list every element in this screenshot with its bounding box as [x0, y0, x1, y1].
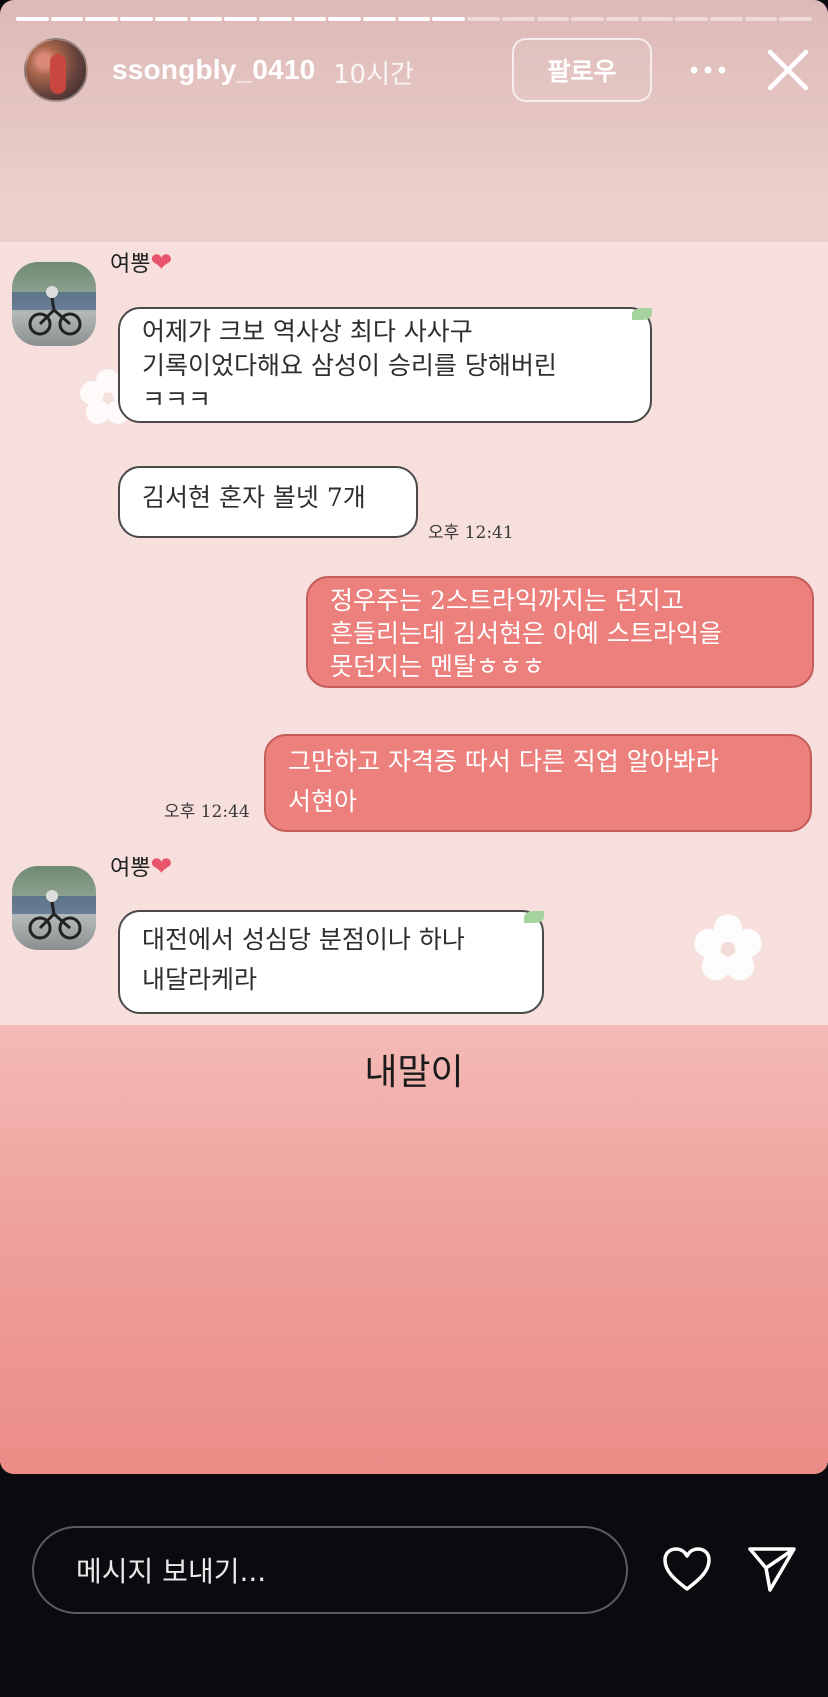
story-progress-bar	[16, 17, 813, 21]
progress-segment	[571, 17, 604, 21]
progress-segment	[710, 17, 743, 21]
progress-segment	[189, 17, 223, 21]
message-input[interactable]: 메시지 보내기...	[32, 1526, 628, 1614]
progress-segment	[50, 17, 84, 21]
progress-segment	[397, 17, 431, 21]
progress-segment	[605, 17, 639, 21]
close-icon[interactable]	[764, 46, 812, 94]
message-timestamp: 오후 12:41	[428, 523, 514, 543]
message-line: ㅋㅋㅋ	[142, 385, 212, 414]
sender-name: 여뽕❤	[110, 246, 172, 278]
leaf-decoration	[524, 911, 544, 923]
flower-decoration	[694, 914, 762, 981]
message-line: 대전에서 성심당 분점이나 하나	[142, 925, 465, 954]
message-line: 흔들리는데 김서현은 아예 스트라익을	[330, 619, 722, 648]
progress-segment	[85, 17, 119, 21]
progress-segment	[293, 17, 327, 21]
progress-segment	[16, 17, 49, 21]
friend-avatar	[12, 866, 96, 950]
message-line: 기록이었다해요 삼성이 승리를 당해버린	[142, 351, 557, 380]
story-canvas: ssongbly_0410 10시간 팔로우 여뽕❤ 어제가 크보 역사상 최다…	[0, 0, 828, 1474]
message-line: 못던지는 멘탈ㅎㅎㅎ	[330, 652, 545, 681]
message-line: 어제가 크보 역사상 최다 사사구	[142, 317, 473, 346]
progress-segment	[328, 17, 362, 21]
progress-segment	[536, 17, 570, 21]
profile-avatar[interactable]	[24, 38, 88, 102]
heart-icon: ❤	[150, 852, 173, 882]
message-text: 김서현 혼자 볼넷 7개	[142, 483, 366, 512]
progress-segment	[744, 17, 778, 21]
friend-avatar	[12, 262, 96, 346]
outgoing-message: 정우주는 2스트라익까지는 던지고 흔들리는데 김서현은 아예 스트라익을 못던…	[306, 576, 814, 688]
progress-segment	[467, 17, 500, 21]
story-header: ssongbly_0410 10시간 팔로우	[0, 36, 828, 104]
username[interactable]: ssongbly_0410	[112, 54, 315, 86]
heart-icon[interactable]	[662, 1546, 712, 1592]
progress-segment	[779, 17, 813, 21]
message-timestamp: 오후 12:44	[164, 802, 250, 822]
chat-screenshot: 여뽕❤ 어제가 크보 역사상 최다 사사구 기록이었다해요 삼성이 승리를 당해…	[0, 242, 828, 1025]
incoming-message: 김서현 혼자 볼넷 7개	[118, 466, 418, 538]
outgoing-message: 그만하고 자격증 따서 다른 직업 알아봐라 서현아	[264, 734, 812, 832]
progress-segment	[640, 17, 674, 21]
progress-segment	[120, 17, 153, 21]
heart-icon: ❤	[150, 248, 173, 278]
follow-button[interactable]: 팔로우	[512, 38, 652, 102]
post-time: 10시간	[333, 60, 414, 90]
message-line: 그만하고 자격증 따서 다른 직업 알아봐라	[288, 747, 719, 776]
progress-segment	[675, 17, 709, 21]
incoming-message: 어제가 크보 역사상 최다 사사구 기록이었다해요 삼성이 승리를 당해버린 ㅋ…	[118, 307, 652, 423]
sender-name: 여뽕❤	[110, 850, 172, 882]
progress-segment	[501, 17, 535, 21]
incoming-message: 대전에서 성심당 분점이나 하나 내달라케라	[118, 910, 544, 1014]
progress-segment	[258, 17, 292, 21]
sender-name-text: 여뽕	[110, 856, 151, 881]
progress-segment	[224, 17, 257, 21]
message-line: 서현아	[288, 787, 358, 816]
story-caption: 내말이	[364, 1051, 464, 1092]
send-icon[interactable]	[746, 1544, 798, 1594]
story-background: 내말이	[0, 1025, 828, 1474]
message-line: 내달라케라	[142, 965, 258, 994]
message-line: 정우주는 2스트라익까지는 던지고	[330, 586, 684, 615]
progress-segment	[432, 17, 466, 21]
sender-name-text: 여뽕	[110, 252, 151, 277]
more-dots-icon[interactable]	[686, 54, 730, 86]
progress-segment	[154, 17, 188, 21]
leaf-decoration	[632, 308, 652, 320]
progress-segment	[363, 17, 396, 21]
